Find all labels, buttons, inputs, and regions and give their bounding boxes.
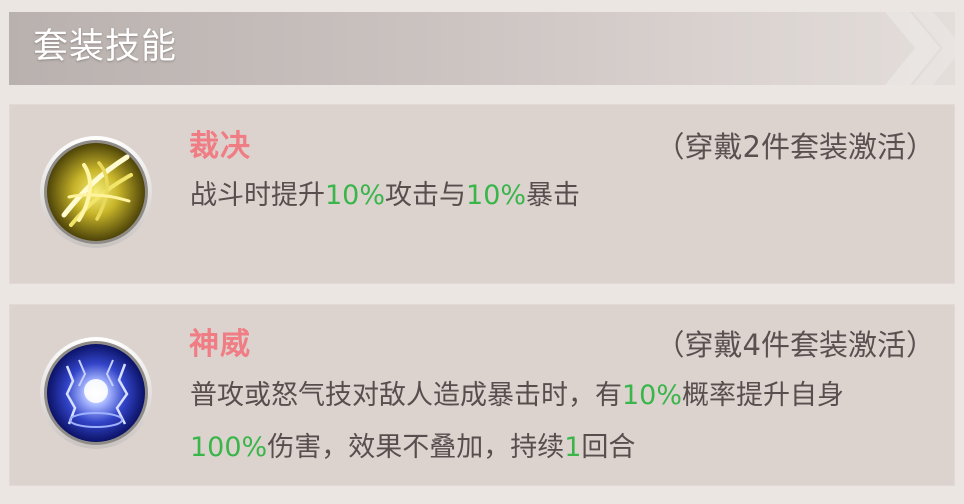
set-skills-header: 套装技能	[9, 12, 955, 85]
skill-name: 神威	[189, 327, 251, 362]
skill-name: 裁决	[189, 129, 251, 164]
skill-card-divine-might: 神威 （穿戴4件套装激活） 普攻或怒气技对敌人造成暴击时，有10%概率提升自身 1…	[9, 304, 955, 486]
desc-segment: 战斗时提升	[190, 180, 325, 211]
skill-activation-condition: （穿戴4件套装激活）	[655, 328, 935, 362]
desc-highlight: 10%	[325, 180, 386, 211]
desc-highlight: 10%	[622, 380, 683, 411]
skill-card-verdict: 裁决 （穿戴2件套装激活） 战斗时提升10%攻击与10%暴击	[9, 104, 955, 284]
header-chevron-decoration-icon	[885, 12, 955, 85]
desc-highlight: 10%	[466, 180, 527, 211]
lightning-orb-skill-icon	[40, 337, 152, 449]
desc-segment: 回合	[581, 432, 636, 463]
desc-segment: 攻击与	[385, 180, 467, 211]
skill-activation-condition: （穿戴2件套装激活）	[655, 130, 935, 164]
desc-segment: 伤害，效果不叠加，持续	[267, 432, 565, 463]
section-title: 套装技能	[33, 27, 178, 67]
desc-segment: 普攻或怒气技对敌人造成暴击时，有	[190, 380, 622, 411]
desc-segment: 概率提升自身	[682, 380, 845, 411]
skill-description: 普攻或怒气技对敌人造成暴击时，有10%概率提升自身 100%伤害，效果不叠加，持续…	[190, 370, 910, 474]
skill-description: 战斗时提升10%攻击与10%暴击	[190, 170, 910, 222]
desc-segment: 暴击	[526, 180, 581, 211]
golden-slash-skill-icon	[40, 136, 152, 248]
desc-highlight: 1	[564, 432, 582, 463]
desc-highlight: 100%	[190, 432, 268, 463]
